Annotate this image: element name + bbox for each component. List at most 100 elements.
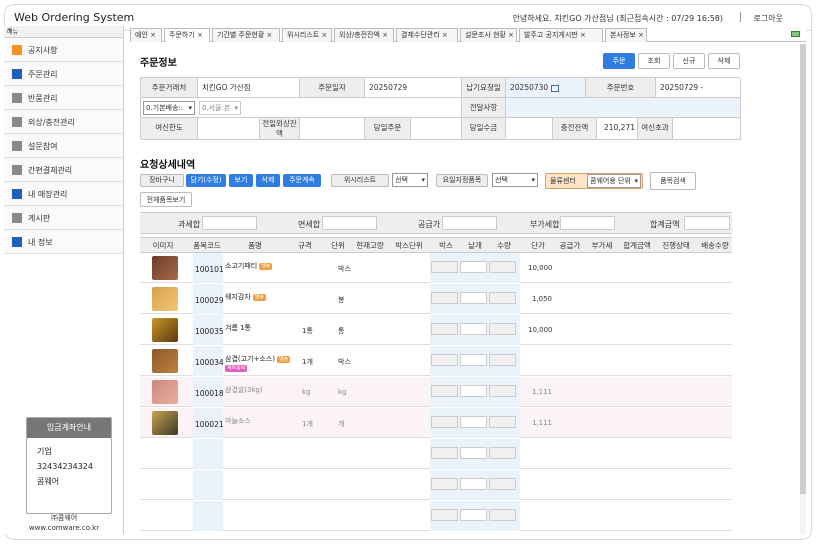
- order-number-value: 20250729 -: [656, 78, 741, 98]
- each-qty-input[interactable]: [460, 416, 487, 428]
- tab-8[interactable]: 본사정보 ×: [605, 28, 647, 42]
- each-qty-input[interactable]: [460, 354, 487, 366]
- tab-7[interactable]: 발주고 공지게시판 ×: [519, 28, 603, 42]
- all-items-button[interactable]: 전체품목보기: [140, 192, 192, 207]
- tab-2[interactable]: 기간별 주문현황 ×: [212, 28, 280, 42]
- cart-delete-button[interactable]: 삭제: [256, 174, 280, 187]
- total-qty-input[interactable]: [489, 385, 516, 397]
- each-qty-input[interactable]: [460, 478, 487, 490]
- box-qty-input[interactable]: [431, 447, 458, 459]
- total-qty-input[interactable]: [489, 354, 516, 366]
- sidebar-item-7[interactable]: 게시판: [4, 206, 123, 230]
- calendar-icon[interactable]: [550, 84, 559, 92]
- menu-square-icon: [12, 141, 22, 151]
- box-qty-input[interactable]: [431, 354, 458, 366]
- product-code: 100021: [195, 420, 224, 429]
- product-image: [152, 411, 178, 435]
- each-qty-input[interactable]: [460, 323, 487, 335]
- day-item-select[interactable]: 선택: [492, 173, 538, 187]
- sidebar-item-1[interactable]: 주문관리: [4, 62, 123, 86]
- cart-view-button[interactable]: 보기: [229, 174, 253, 187]
- delivery-date-field[interactable]: 20250730: [506, 78, 586, 98]
- company-url[interactable]: www.comware.co.kr: [4, 524, 124, 532]
- each-qty-input[interactable]: [460, 261, 487, 273]
- cart-label: 장바구니: [140, 174, 184, 187]
- tab-6[interactable]: 설문조사 현황 ×: [460, 28, 517, 42]
- delete-button[interactable]: 삭제: [708, 53, 740, 69]
- new-button[interactable]: 신규: [673, 53, 705, 69]
- total-qty-input[interactable]: [489, 261, 516, 273]
- table-row[interactable]: 100035 겨름 1통 1통 통 10,000: [140, 315, 732, 345]
- box-qty-input[interactable]: [431, 416, 458, 428]
- tab-1[interactable]: 주문하기 ×: [164, 28, 210, 42]
- sidebar-item-4[interactable]: 설문참여: [4, 134, 123, 158]
- total-qty-input[interactable]: [489, 416, 516, 428]
- product-name-cell: 삼겹(고기+소스) 냉동 세트품목: [225, 354, 291, 372]
- product-image: [152, 318, 178, 342]
- product-code: 100029: [195, 296, 224, 305]
- warehouse-select[interactable]: 0.서울:본: [199, 101, 241, 115]
- scrollbar-thumb[interactable]: [800, 44, 806, 494]
- total-qty-input[interactable]: [489, 509, 516, 521]
- product-image: [152, 256, 178, 280]
- total-qty-input[interactable]: [489, 447, 516, 459]
- wishlist-select[interactable]: 선택: [392, 173, 428, 187]
- table-row[interactable]: 100029 웨지감자 냉동 봉 1,050: [140, 284, 732, 314]
- taxfree-value: [322, 216, 377, 230]
- sidebar-item-8[interactable]: 내 정보: [4, 230, 123, 254]
- box-qty-input[interactable]: [431, 385, 458, 397]
- deposit-title: 입금계좌안내: [27, 418, 111, 438]
- sidebar-item-3[interactable]: 외상/충전관리: [4, 110, 123, 134]
- tab-0[interactable]: 예인 ×: [130, 28, 162, 42]
- table-row[interactable]: 100034 삼겹(고기+소스) 냉동 세트품목 1개 박스: [140, 346, 732, 376]
- each-qty-input[interactable]: [460, 447, 487, 459]
- box-qty-input[interactable]: [431, 292, 458, 304]
- day-item-label: 요일지정품목: [436, 174, 488, 187]
- charge-balance-label: 충전잔액: [553, 118, 597, 140]
- search-button[interactable]: 조회: [638, 53, 670, 69]
- sidebar-header: 메뉴 «: [4, 25, 123, 38]
- empty-table-row: [140, 470, 732, 500]
- each-qty-input[interactable]: [460, 509, 487, 521]
- vertical-scrollbar[interactable]: [800, 44, 806, 534]
- logout-link[interactable]: 로그아웃: [754, 13, 783, 24]
- code-cell-bg: [193, 439, 223, 469]
- box-qty-input[interactable]: [431, 323, 458, 335]
- product-unit: 통: [338, 327, 345, 335]
- box-qty-input[interactable]: [431, 478, 458, 490]
- box-qty-input[interactable]: [431, 261, 458, 273]
- total-qty-input[interactable]: [489, 292, 516, 304]
- credit-over-label: 여신초과: [638, 118, 673, 140]
- wishlist-label: 위시리스트: [331, 174, 389, 187]
- collapse-sidebar-icon[interactable]: «: [7, 25, 119, 35]
- table-row[interactable]: 100018 삼겹살(3kg) kg kg 1,111: [140, 377, 732, 407]
- sidebar-item-6[interactable]: 내 매장관리: [4, 182, 123, 206]
- cart-add-button[interactable]: 담기(수정): [186, 174, 226, 187]
- box-qty-input[interactable]: [431, 509, 458, 521]
- sidebar-item-5[interactable]: 간편결제관리: [4, 158, 123, 182]
- transfer-input[interactable]: [506, 98, 741, 118]
- sidebar-item-2[interactable]: 반품관리: [4, 86, 123, 110]
- each-qty-input[interactable]: [460, 292, 487, 304]
- order-button[interactable]: 주문: [603, 53, 635, 69]
- today-collect-label: 당일수금: [462, 118, 506, 140]
- tab-5[interactable]: 결제수단관리 ×: [396, 28, 458, 42]
- tab-4[interactable]: 외상/충전잔액 ×: [334, 28, 394, 42]
- total-qty-input[interactable]: [489, 323, 516, 335]
- delivery-type-select[interactable]: 0.기본배송::: [143, 101, 195, 115]
- export-excel-icon[interactable]: [791, 31, 800, 37]
- sidebar-item-0[interactable]: 공지사항: [4, 38, 123, 62]
- product-name: 소고기패티: [225, 262, 258, 270]
- sidebar-item-label: 간편결제관리: [28, 166, 73, 175]
- item-search-button[interactable]: 품목검색: [650, 172, 696, 190]
- total-qty-input[interactable]: [489, 478, 516, 490]
- cart-continue-button[interactable]: 주문계속: [283, 174, 321, 187]
- prev-balance-value: [300, 118, 365, 140]
- table-row[interactable]: 100101 소고기패티 냉동 박스 10,000: [140, 253, 732, 283]
- logistics-select[interactable]: 콤웨어용 단위: [587, 174, 641, 188]
- tab-3[interactable]: 위시리스트 ×: [282, 28, 332, 42]
- main-content: 주문정보 주문 조회 신규 삭제 주문거래처 치킨GO 가산점 주문일자 202…: [130, 42, 800, 536]
- table-row[interactable]: 100021 마늘소스 1개 개 1,111: [140, 408, 732, 438]
- each-qty-input[interactable]: [460, 385, 487, 397]
- sidebar-item-label: 공지사항: [28, 46, 58, 55]
